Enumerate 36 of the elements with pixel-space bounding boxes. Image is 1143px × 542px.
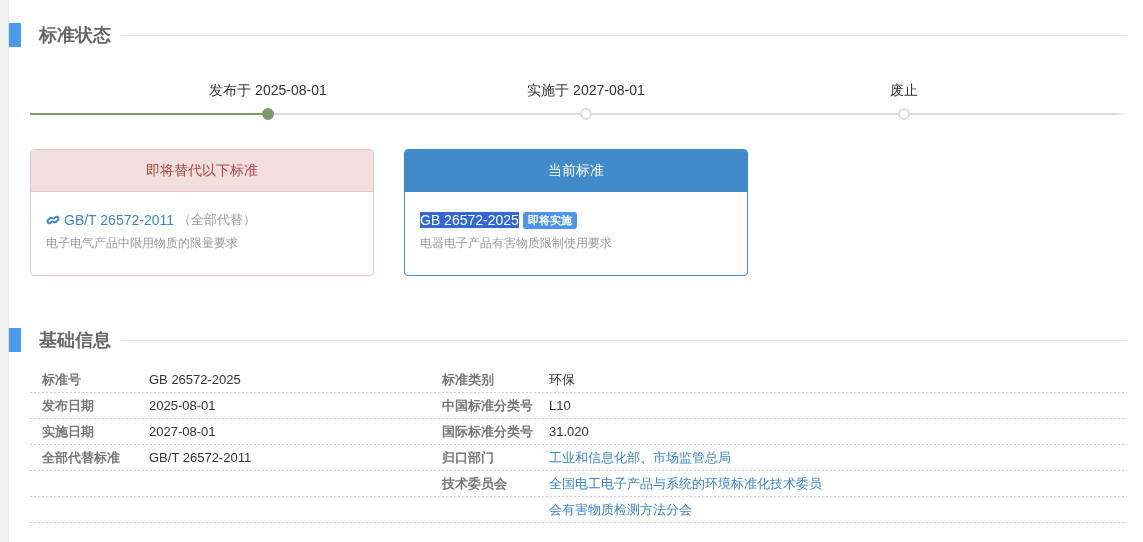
section-title: 标准状态: [39, 24, 111, 47]
field-label: 标准类别: [441, 371, 495, 389]
field-value: 31.020: [549, 423, 589, 441]
section-marker: [9, 328, 21, 352]
field-label: 标准号: [41, 371, 82, 389]
section-marker: [9, 23, 21, 47]
field-label: 国际标准分类号: [441, 423, 534, 441]
field-label: 全部代替标准: [41, 449, 121, 467]
field-value: 2027-08-01: [149, 423, 216, 441]
field-value: GB 26572-2025: [149, 371, 241, 389]
field-label: 技术委员会: [440, 475, 508, 493]
status-badge: 即将实施: [522, 211, 577, 229]
section-title: 基础信息: [39, 329, 111, 352]
standard-name: 电子电气产品中限用物质的限量要求: [46, 235, 239, 252]
field-value: 环保: [549, 371, 575, 389]
field-label: 归口部门: [441, 449, 495, 467]
field-value: 2025-08-01: [149, 397, 216, 415]
replacement-note: （全部代替）: [178, 211, 256, 229]
standard-code: GB 26572-2025: [420, 212, 519, 228]
field-label: 中国标准分类号: [441, 397, 534, 415]
standard-code[interactable]: GB/T 26572-2011: [64, 212, 174, 228]
timeline-label: 发布于 2025-08-01: [209, 82, 327, 100]
field-value: GB/T 26572-2011: [149, 449, 252, 467]
separator: 、: [640, 450, 653, 465]
standard-name: 电器电子产品有害物质限制使用要求: [420, 235, 613, 252]
field-link[interactable]: 市场监管总局: [653, 450, 731, 465]
field-value: L10: [549, 397, 571, 415]
field-label: 发布日期: [41, 397, 95, 415]
link-icon: [46, 213, 60, 227]
card-header: 当前标准: [405, 150, 747, 192]
timeline-label: 实施于 2027-08-01: [527, 82, 645, 100]
timeline-label: 废止: [890, 82, 918, 100]
field-label: 实施日期: [41, 423, 95, 441]
field-link[interactable]: 工业和信息化部: [549, 450, 640, 465]
field-link[interactable]: 全国电工电子产品与系统的环境标准化技术委员会有害物质检测方法分会: [549, 471, 829, 523]
card-header: 即将替代以下标准: [31, 150, 373, 192]
